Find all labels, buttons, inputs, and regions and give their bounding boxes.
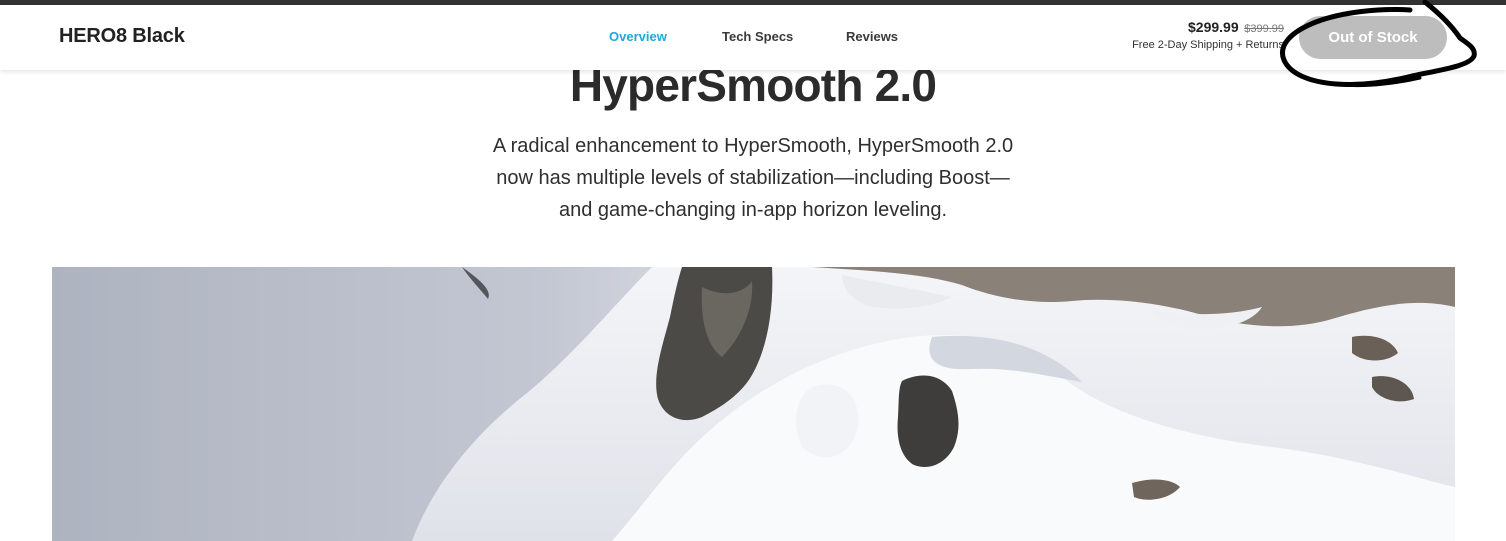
snowy-mountain-image bbox=[52, 267, 1455, 541]
tab-overview[interactable]: Overview bbox=[609, 29, 667, 44]
tab-reviews[interactable]: Reviews bbox=[846, 29, 898, 44]
description-line: now has multiple levels of stabilization… bbox=[496, 167, 1010, 189]
feature-description: A radical enhancement to HyperSmooth, Hy… bbox=[453, 130, 1053, 226]
current-price: $299.99 bbox=[1188, 19, 1239, 35]
shipping-note: Free 2-Day Shipping + Returns bbox=[1132, 39, 1284, 51]
description-line: A radical enhancement to HyperSmooth, Hy… bbox=[492, 135, 1014, 157]
out-of-stock-button[interactable]: Out of Stock bbox=[1299, 16, 1447, 59]
tab-tech-specs[interactable]: Tech Specs bbox=[722, 29, 793, 44]
sticky-product-nav: HERO8 Black Overview Tech Specs Reviews … bbox=[0, 5, 1506, 70]
price-line: $299.99 $399.99 bbox=[1132, 19, 1284, 35]
description-line: and game-changing in-app horizon levelin… bbox=[558, 199, 948, 221]
price-block: $299.99 $399.99 Free 2-Day Shipping + Re… bbox=[1132, 19, 1284, 51]
original-price: $399.99 bbox=[1244, 23, 1284, 35]
product-page: HERO8 Black Overview Tech Specs Reviews … bbox=[0, 0, 1506, 541]
